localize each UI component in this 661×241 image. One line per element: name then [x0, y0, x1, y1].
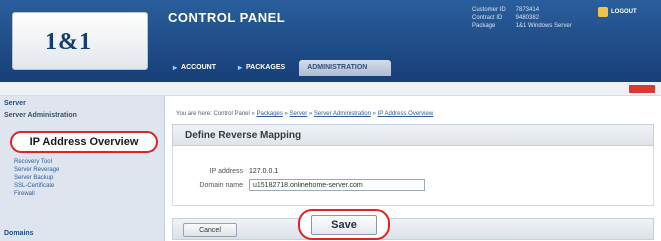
tab-administration-label: ADMINISTRATION	[307, 64, 368, 71]
customer-id-value: 7873414	[515, 7, 540, 13]
tab-packages[interactable]: ▸ PACKAGES	[230, 60, 293, 76]
contract-id-value: 9480382	[515, 15, 540, 21]
domain-name-label: Domain name	[199, 181, 243, 189]
save-highlight: Save	[298, 209, 390, 240]
panel-header: Define Reverse Mapping	[172, 124, 654, 146]
package-row: Package 1&1 Windows Server	[472, 22, 572, 30]
arrow-icon: ▸	[173, 63, 178, 72]
customer-info: Customer ID 7873414 Contract ID 9480382 …	[472, 6, 572, 30]
top-navigation: ▸ ACCOUNT ▸ PACKAGES ADMINISTRATION	[165, 60, 392, 76]
sidebar-subsection[interactable]: Server Administration	[4, 112, 77, 119]
ip-address-row: IP address 127.0.0.1	[185, 168, 279, 175]
package-value: 1&1 Windows Server	[515, 23, 572, 29]
package-label: Package	[472, 23, 496, 29]
header-bar: 1&1 CONTROL PANEL Customer ID 7873414 Co…	[0, 0, 661, 82]
breadcrumb-link-server-administration[interactable]: Server Administration	[314, 111, 371, 117]
breadcrumb-link-packages[interactable]: Packages	[257, 111, 283, 117]
cancel-button[interactable]: Cancel	[183, 223, 237, 237]
ip-address-value: 127.0.0.1	[249, 168, 279, 175]
logout-label: LOGOUT	[611, 9, 637, 15]
tab-account[interactable]: ▸ ACCOUNT	[165, 60, 224, 76]
domain-name-row: Domain name	[185, 179, 425, 191]
tab-account-label: ACCOUNT	[181, 64, 217, 71]
contract-id-label: Contract ID	[472, 15, 503, 21]
sidebar-section-domains[interactable]: Domains	[4, 230, 34, 237]
ip-address-label: IP address	[209, 168, 243, 175]
logout-button[interactable]: LOGOUT	[598, 7, 637, 17]
contract-id-row: Contract ID 9480382	[472, 14, 572, 22]
save-button[interactable]: Save	[311, 214, 377, 235]
sidebar-section-server[interactable]: Server	[4, 100, 26, 107]
sidebar-item-server-reverage[interactable]: Server Reverage	[14, 166, 59, 174]
sidebar-list: Recovery Tool Server Reverage Server Bac…	[14, 158, 59, 198]
breadcrumb: You are here: Control Panel » Packages »…	[176, 111, 434, 117]
breadcrumb-link-server[interactable]: Server	[290, 111, 308, 117]
domain-name-input[interactable]	[249, 179, 425, 191]
customer-id-label: Customer ID	[472, 7, 506, 13]
tab-packages-label: PACKAGES	[246, 64, 286, 71]
customer-id-row: Customer ID 7873414	[472, 6, 572, 14]
tab-administration[interactable]: ADMINISTRATION	[299, 60, 392, 76]
help-badge-icon[interactable]	[629, 85, 655, 93]
sub-header-strip	[0, 82, 661, 96]
arrow-icon: ▸	[238, 63, 243, 72]
breadcrumb-prefix: You are here: Control Panel »	[176, 111, 255, 117]
sidebar: Server Server Administration IP Address …	[0, 96, 165, 241]
panel-title: Define Reverse Mapping	[185, 130, 302, 141]
sidebar-item-ssl-certificate[interactable]: SSL-Certificate	[14, 182, 59, 190]
breadcrumb-link-ip-address-overview[interactable]: IP Address Overview	[378, 111, 434, 117]
logo[interactable]: 1&1	[12, 12, 148, 70]
sidebar-item-recovery-tool[interactable]: Recovery Tool	[14, 158, 59, 166]
sidebar-item-server-backup[interactable]: Server Backup	[14, 174, 59, 182]
sidebar-item-firewall[interactable]: Firewall	[14, 190, 59, 198]
sidebar-item-ip-address-overview[interactable]: IP Address Overview	[10, 131, 158, 153]
button-bar: Cancel	[172, 218, 654, 240]
panel-body: IP address 127.0.0.1 Domain name	[172, 146, 654, 206]
page-title: CONTROL PANEL	[168, 10, 286, 25]
logout-icon	[598, 7, 608, 17]
logo-text: 1&1	[45, 29, 92, 55]
